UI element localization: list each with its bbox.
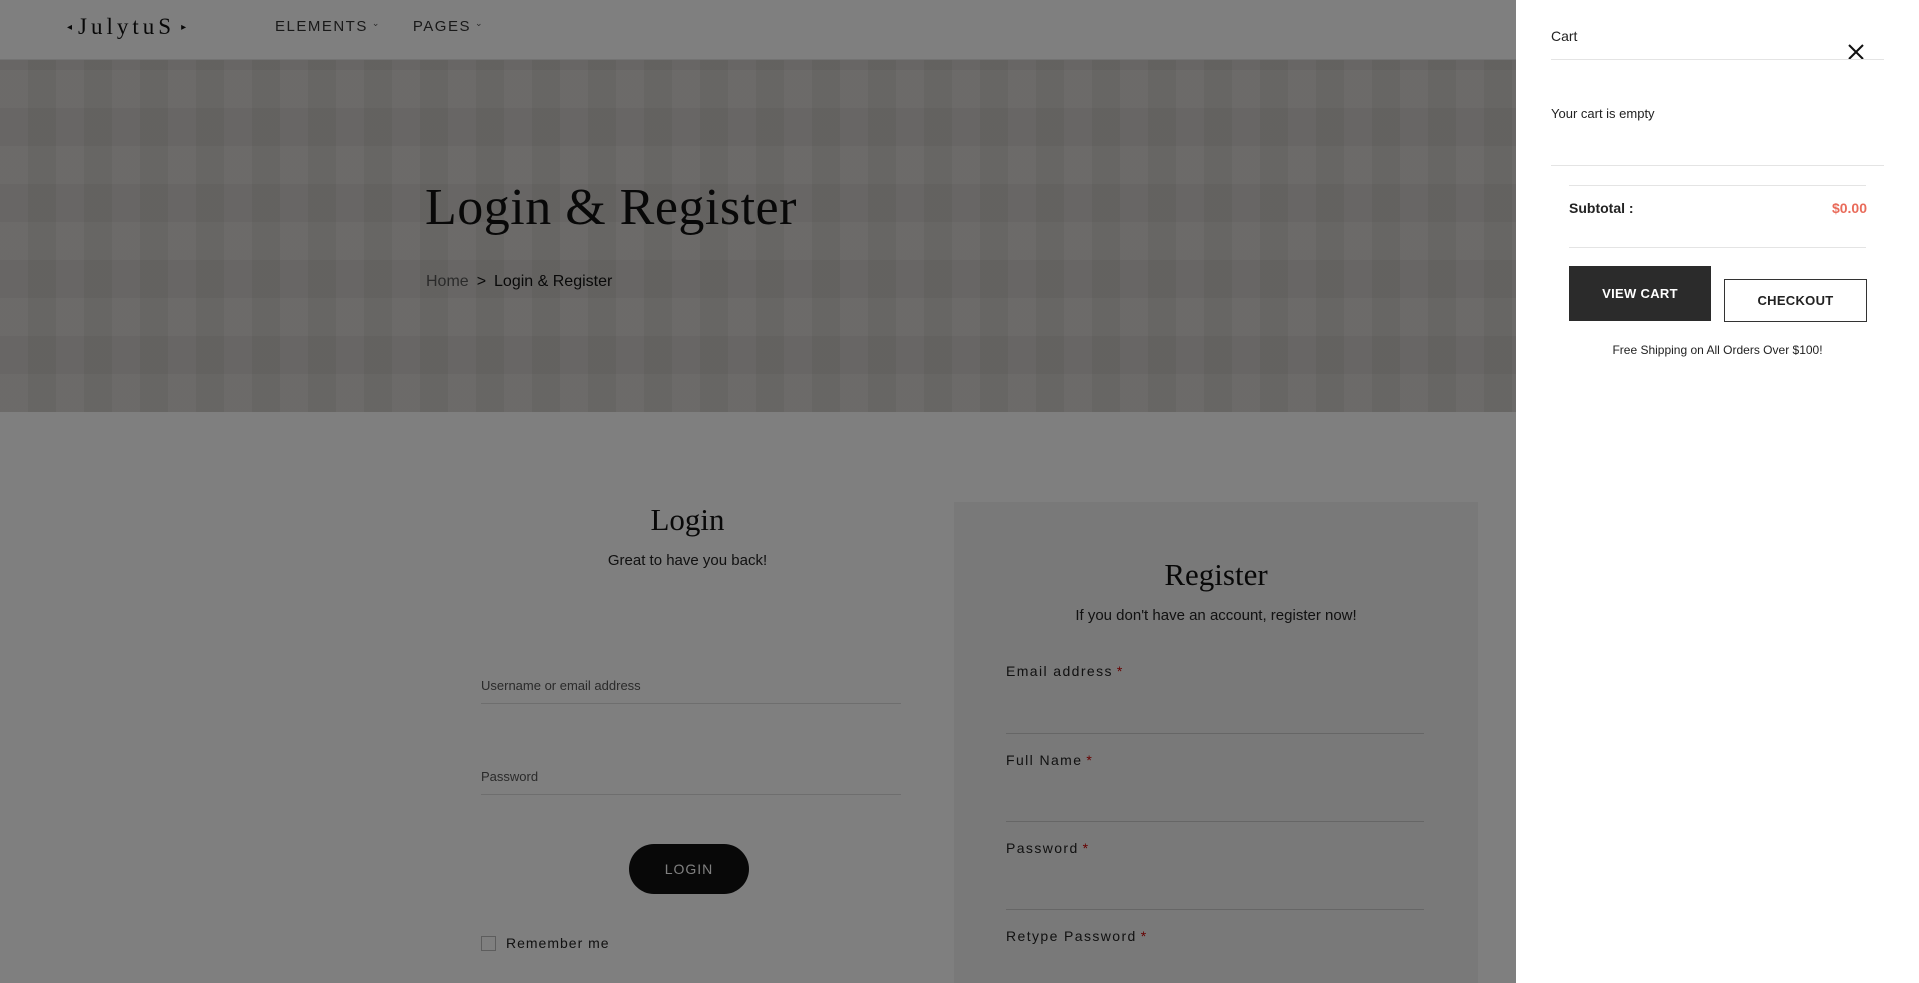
subtotal-value: $0.00 bbox=[1831, 200, 1867, 216]
modal-overlay[interactable] bbox=[0, 0, 1516, 983]
cart-empty-message: Your cart is empty bbox=[1551, 106, 1655, 121]
divider bbox=[1569, 247, 1866, 248]
checkout-button[interactable]: CHECKOUT bbox=[1724, 279, 1867, 322]
view-cart-button[interactable]: VIEW CART bbox=[1569, 266, 1711, 321]
divider bbox=[1551, 59, 1884, 60]
free-shipping-note: Free Shipping on All Orders Over $100! bbox=[1612, 343, 1823, 357]
subtotal-label: Subtotal : bbox=[1569, 200, 1634, 216]
cart-title: Cart bbox=[1551, 28, 1578, 44]
cart-drawer: Cart Your cart is empty Subtotal : $0.00… bbox=[1516, 0, 1919, 983]
divider bbox=[1569, 185, 1866, 186]
divider bbox=[1551, 165, 1884, 166]
